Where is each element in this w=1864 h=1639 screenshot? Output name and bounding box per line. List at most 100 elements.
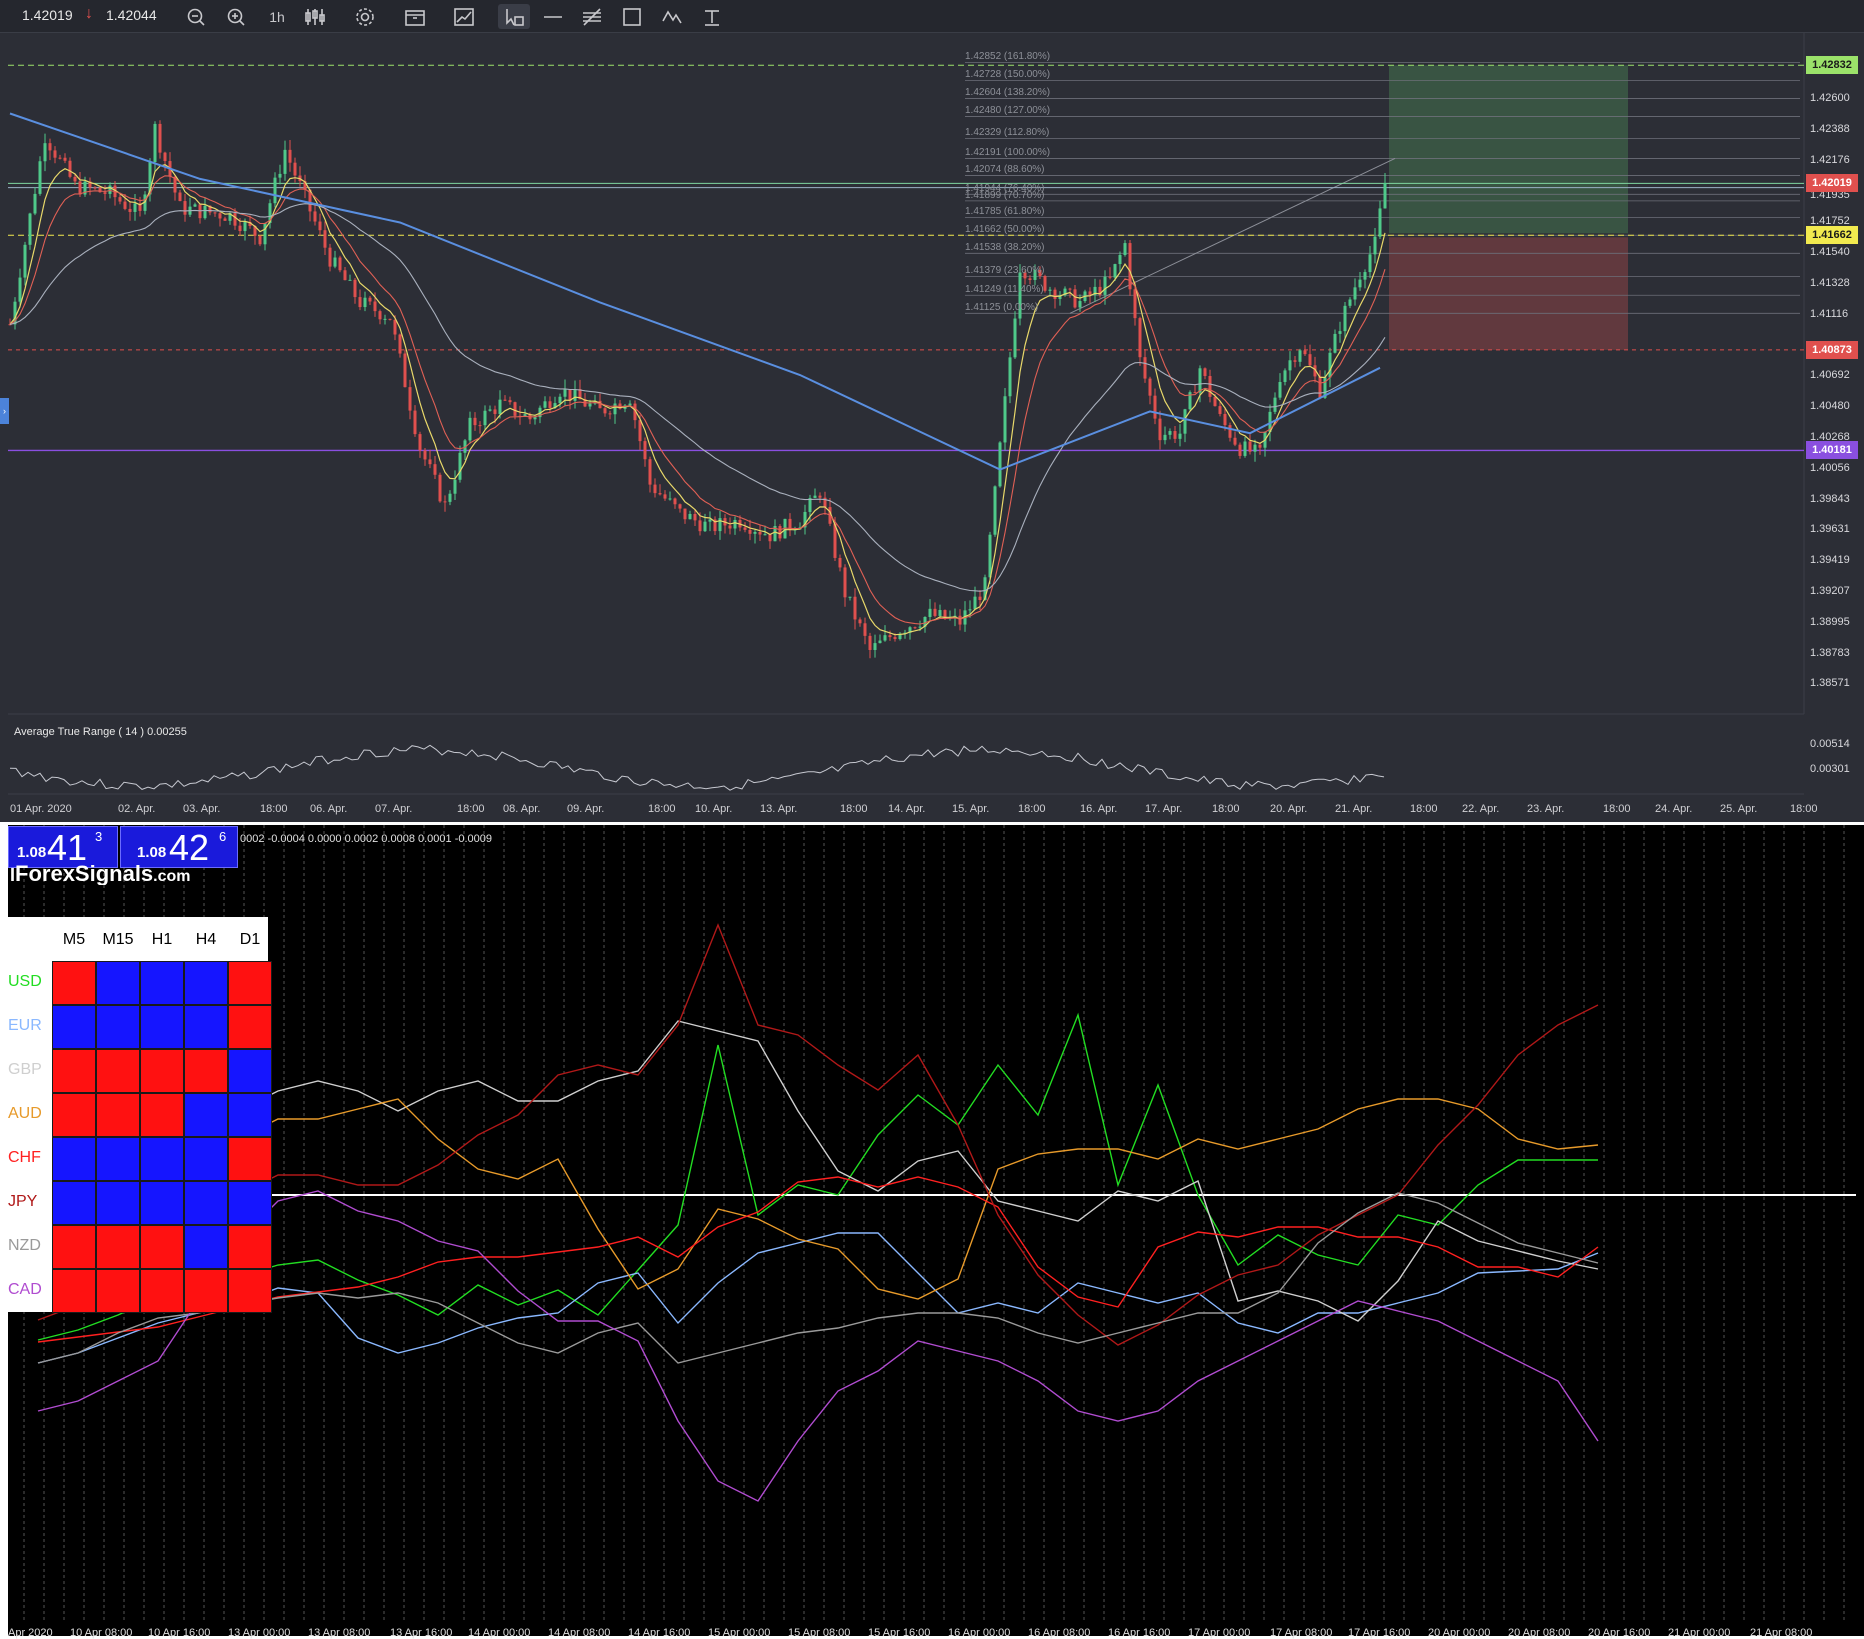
candle-body xyxy=(1008,357,1012,397)
candle-body xyxy=(1053,289,1057,299)
horizontal-line-icon[interactable] xyxy=(540,4,566,29)
strength-cell xyxy=(140,1137,184,1181)
date-axis-label: 13. Apr. xyxy=(760,803,798,815)
candle-body xyxy=(153,123,157,163)
fib-level-label: 1.42604 (138.20%) xyxy=(965,87,1051,99)
candle-body xyxy=(1233,437,1237,445)
candle-body xyxy=(353,279,357,298)
time-axis-label: 16 Apr 16:00 xyxy=(1108,1627,1171,1639)
strength-cell xyxy=(228,961,272,1005)
candle-body xyxy=(1208,376,1212,397)
date-axis-label: 22. Apr. xyxy=(1462,803,1500,815)
ask-quote-prefix: 1.08 xyxy=(137,844,167,861)
zoom-out-icon[interactable] xyxy=(183,4,209,29)
chart-image-icon[interactable] xyxy=(451,4,477,29)
time-axis-label: 14 Apr 00:00 xyxy=(468,1627,531,1639)
candle-body xyxy=(1258,444,1262,448)
candle-body xyxy=(533,417,537,420)
candle-body xyxy=(438,474,442,502)
collapse-handle[interactable]: › xyxy=(0,398,9,424)
date-axis-label: 18:00 xyxy=(1410,803,1438,815)
candle-body xyxy=(318,221,322,231)
strength-values: 0002 -0.0004 0.0000 0.0002 0.0008 0.0001… xyxy=(240,833,493,845)
candle-body xyxy=(743,527,747,530)
candle-body xyxy=(838,557,842,568)
candle-body xyxy=(123,201,127,209)
candle-body xyxy=(213,212,217,214)
candles-icon[interactable] xyxy=(302,4,328,29)
candle-body xyxy=(1308,354,1312,366)
candle-body xyxy=(813,495,817,498)
strength-cell xyxy=(96,1005,140,1049)
candle-body xyxy=(993,486,997,535)
chart-toolbar: 1.42019 ↓ 1.42044 1h xyxy=(0,0,1864,33)
time-axis-label: 15 Apr 16:00 xyxy=(868,1627,931,1639)
candle-body xyxy=(1043,276,1047,291)
candle-body xyxy=(338,257,342,271)
candle-body xyxy=(678,504,682,509)
candle-body xyxy=(768,534,772,542)
candle-body xyxy=(1353,287,1357,300)
date-axis-label: 18:00 xyxy=(1603,803,1631,815)
candle-body xyxy=(883,635,887,641)
candle-body xyxy=(1333,333,1337,353)
candle-body xyxy=(968,609,972,611)
currency-label: CAD xyxy=(8,1281,42,1298)
candle-body xyxy=(683,508,687,520)
candle-body xyxy=(1203,368,1207,377)
candle-body xyxy=(868,635,872,651)
cursor-icon[interactable] xyxy=(498,4,530,29)
logo-suffix: .com xyxy=(153,868,191,885)
candle-body xyxy=(1158,418,1162,441)
currency-label: USD xyxy=(8,973,42,990)
strength-cell xyxy=(140,1225,184,1269)
zoom-in-icon[interactable] xyxy=(223,4,249,29)
settings-icon[interactable] xyxy=(352,4,378,29)
candle-body xyxy=(1273,397,1277,412)
strength-cell xyxy=(96,1137,140,1181)
candle-body xyxy=(658,493,662,495)
timeframe-button[interactable]: 1h xyxy=(264,4,290,29)
rectangle-icon[interactable] xyxy=(619,4,645,29)
strength-cell xyxy=(140,1181,184,1225)
date-axis-label: 18:00 xyxy=(260,803,288,815)
candle-body xyxy=(493,409,497,414)
parallel-lines-icon[interactable] xyxy=(579,4,605,29)
candle-body xyxy=(508,400,512,403)
calendar-icon[interactable] xyxy=(402,4,428,29)
time-axis-label: Apr 2020 xyxy=(8,1627,53,1639)
candle-body xyxy=(158,123,162,153)
text-icon[interactable] xyxy=(699,4,725,29)
candle-body xyxy=(733,519,737,529)
candle-body xyxy=(873,643,877,651)
candle-body xyxy=(473,417,477,426)
candle-body xyxy=(848,596,852,598)
candle-body xyxy=(1213,396,1217,407)
price-axis-label: 1.42176 xyxy=(1810,153,1850,166)
candle-body xyxy=(1133,289,1137,319)
wave-icon[interactable] xyxy=(659,4,685,29)
fib-level-label: 1.41249 (11.40%) xyxy=(965,284,1044,296)
price-tag: 1.40181 xyxy=(1806,441,1858,460)
price-chart-panel[interactable]: 1.42019 ↓ 1.42044 1h › 1.42852 (161.80%)… xyxy=(0,0,1864,822)
candle-body xyxy=(998,442,1002,487)
candle-body xyxy=(238,225,242,232)
candle-body xyxy=(588,403,592,407)
candle-body xyxy=(258,235,262,245)
strength-cell xyxy=(52,1181,96,1225)
time-axis-label: 14 Apr 16:00 xyxy=(628,1627,691,1639)
stop-loss-zone xyxy=(1389,237,1628,350)
candle-body xyxy=(73,176,77,182)
bid-quote-prefix: 1.08 xyxy=(17,844,47,861)
candle-body xyxy=(488,409,492,411)
candle-body xyxy=(93,187,97,189)
currency-strength-table: M5 M15 H1 H4 D1 USD EUR GBP AUD CHF JPY NZD CAD xyxy=(8,917,272,1313)
price-axis-label: 1.41328 xyxy=(1810,276,1850,289)
timeframe-header: M15 xyxy=(102,931,134,948)
candle-body xyxy=(288,149,292,163)
candle-body xyxy=(218,213,222,219)
currency-label: JPY xyxy=(8,1193,38,1210)
candle-body xyxy=(1378,208,1382,237)
candlestick-chart[interactable] xyxy=(0,33,1864,822)
candle-body xyxy=(18,277,22,302)
